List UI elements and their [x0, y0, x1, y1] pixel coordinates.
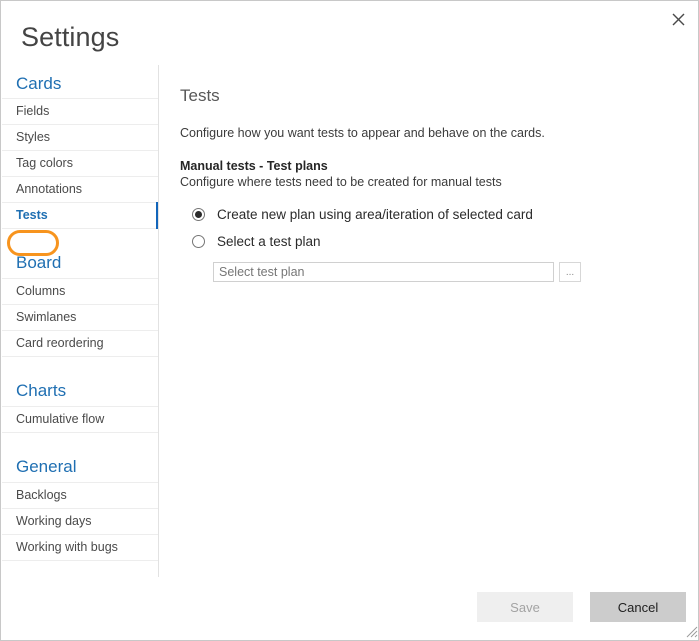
nav-group-header-general: General [16, 457, 77, 476]
test-plan-input[interactable] [213, 262, 554, 282]
sidebar-item-label: Columns [16, 284, 66, 298]
cancel-button[interactable]: Cancel [590, 592, 686, 622]
sidebar-item-annotations[interactable]: Annotations [2, 176, 158, 203]
sidebar-item-tag-colors[interactable]: Tag colors [2, 150, 158, 177]
sidebar-item-label: Fields [16, 104, 50, 118]
nav-group-general: General Backlogs Working days Working wi… [2, 447, 158, 561]
nav-group-board: Board Columns Swimlanes Card reordering [2, 243, 158, 357]
close-button[interactable] [662, 5, 694, 33]
sidebar-item-backlogs[interactable]: Backlogs [2, 482, 158, 509]
browse-test-plan-button[interactable]: ... [559, 262, 581, 282]
radio-label: Select a test plan [217, 234, 321, 249]
sidebar-item-styles[interactable]: Styles [2, 124, 158, 151]
dialog-header: Settings [1, 1, 698, 63]
nav-group-charts: Charts Cumulative flow [2, 371, 158, 433]
sidebar-item-label: Annotations [16, 182, 83, 196]
settings-content-panel: Tests Configure how you want tests to ap… [180, 86, 680, 282]
nav-group-header-charts: Charts [16, 381, 67, 400]
sidebar-item-working-with-bugs[interactable]: Working with bugs [2, 534, 158, 561]
sidebar-item-label: Working days [16, 514, 92, 528]
section-title: Manual tests - Test plans [180, 159, 328, 173]
radio-mark-icon [192, 235, 205, 248]
sidebar-item-tests[interactable]: Tests [2, 202, 158, 229]
sidebar-item-columns[interactable]: Columns [2, 278, 158, 305]
sidebar-item-cumulative-flow[interactable]: Cumulative flow [2, 406, 158, 433]
sidebar-item-working-days[interactable]: Working days [2, 508, 158, 535]
radio-mark-icon [192, 208, 205, 221]
settings-sidebar: Cards Fields Styles Tag colors Annotatio… [2, 65, 159, 577]
radio-create-new-plan[interactable]: Create new plan using area/iteration of … [192, 203, 680, 226]
nav-group-cards: Cards Fields Styles Tag colors Annotatio… [2, 65, 158, 229]
dialog-footer: Save Cancel [1, 578, 698, 640]
sidebar-item-label: Cumulative flow [16, 412, 105, 426]
resize-grip-icon[interactable] [684, 624, 698, 638]
radio-select-test-plan[interactable]: Select a test plan [192, 230, 680, 253]
sidebar-item-label: Styles [16, 130, 51, 144]
sidebar-item-card-reordering[interactable]: Card reordering [2, 330, 158, 357]
page-title: Settings [21, 22, 120, 52]
radio-label: Create new plan using area/iteration of … [217, 207, 533, 222]
sidebar-item-label: Tag colors [16, 156, 73, 170]
panel-title: Tests [180, 86, 220, 105]
test-plan-picker: ... [213, 262, 680, 282]
settings-dialog: Settings Cards Fields Styles Tag colors [0, 0, 699, 641]
close-icon [672, 13, 685, 26]
nav-group-header-board: Board [16, 253, 62, 272]
sidebar-item-fields[interactable]: Fields [2, 98, 158, 125]
sidebar-item-label: Working with bugs [16, 540, 118, 554]
sidebar-item-label: Swimlanes [16, 310, 77, 324]
section-description: Configure where tests need to be created… [180, 175, 502, 189]
sidebar-item-label: Card reordering [16, 336, 104, 350]
sidebar-item-label: Backlogs [16, 488, 67, 502]
save-button[interactable]: Save [477, 592, 573, 622]
panel-description: Configure how you want tests to appear a… [180, 126, 545, 140]
sidebar-item-label: Tests [16, 208, 48, 222]
nav-group-header-cards: Cards [16, 74, 62, 93]
sidebar-selection-indicator [156, 202, 158, 229]
sidebar-item-swimlanes[interactable]: Swimlanes [2, 304, 158, 331]
